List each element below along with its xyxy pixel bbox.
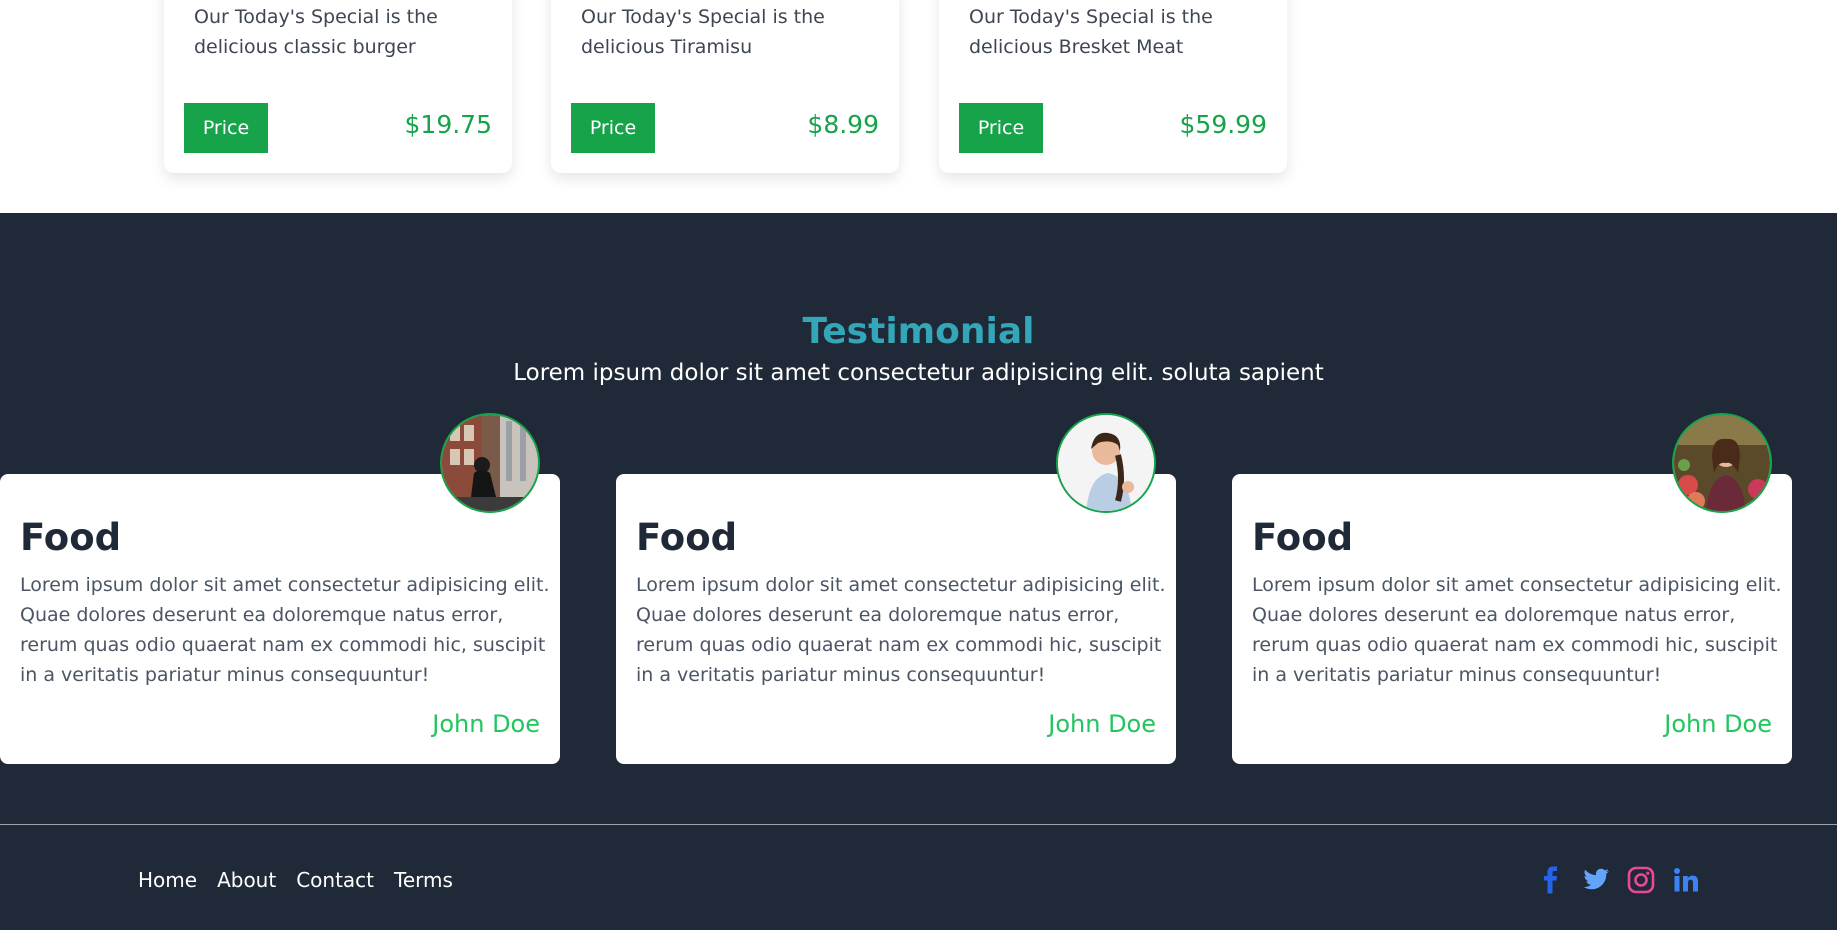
menu-card-description: Our Today's Special is the delicious Bre… [969,6,1213,58]
testimonial-heading: Food [636,516,738,559]
testimonial-author: John Doe [432,710,540,738]
menu-card: Our Today's Special is the delicious Bre… [939,0,1287,173]
testimonial-text: Lorem ipsum dolor sit amet consectetur a… [1252,574,1782,686]
testimonial-card: Food Lorem ipsum dolor sit amet consecte… [0,413,560,764]
footer: Home About Contact Terms [0,824,1837,930]
testimonial-author: John Doe [1048,710,1156,738]
menu-card-price: $59.99 [1179,110,1267,139]
testimonial-author: John Doe [1664,710,1772,738]
twitter-icon[interactable] [1582,866,1610,894]
avatar [440,413,540,513]
testimonial-text: Lorem ipsum dolor sit amet consectetur a… [20,574,550,686]
footer-link-contact[interactable]: Contact [296,868,374,892]
testimonial-heading: Food [1252,516,1354,559]
testimonial-heading: Food [20,516,122,559]
linkedin-icon[interactable] [1672,866,1700,894]
instagram-icon[interactable] [1627,866,1655,894]
footer-link-home[interactable]: Home [138,868,197,892]
price-button[interactable]: Price [184,103,268,153]
testimonial-card: Food Lorem ipsum dolor sit amet consecte… [616,413,1176,764]
footer-link-terms[interactable]: Terms [394,868,453,892]
menu-card-price: $8.99 [807,110,879,139]
facebook-icon[interactable] [1537,866,1565,894]
menu-section: Our Today's Special is the delicious cla… [0,0,1837,213]
footer-link-about[interactable]: About [217,868,276,892]
price-button[interactable]: Price [571,103,655,153]
testimonial-section: Testimonial Lorem ipsum dolor sit amet c… [0,213,1837,824]
menu-card: Our Today's Special is the delicious Tir… [551,0,899,173]
menu-card-description: Our Today's Special is the delicious Tir… [581,6,825,58]
menu-card: Our Today's Special is the delicious cla… [164,0,512,173]
menu-card-price: $19.75 [404,110,492,139]
price-button[interactable]: Price [959,103,1043,153]
avatar [1056,413,1156,513]
menu-card-description: Our Today's Special is the delicious cla… [194,6,438,58]
footer-nav: Home About Contact Terms [138,868,453,892]
testimonial-subtitle: Lorem ipsum dolor sit amet consectetur a… [513,360,1324,386]
avatar [1672,413,1772,513]
testimonial-text: Lorem ipsum dolor sit amet consectetur a… [636,574,1166,686]
social-links [1537,866,1700,894]
testimonial-card: Food Lorem ipsum dolor sit amet consecte… [1232,413,1792,764]
testimonial-title: Testimonial [802,311,1035,352]
